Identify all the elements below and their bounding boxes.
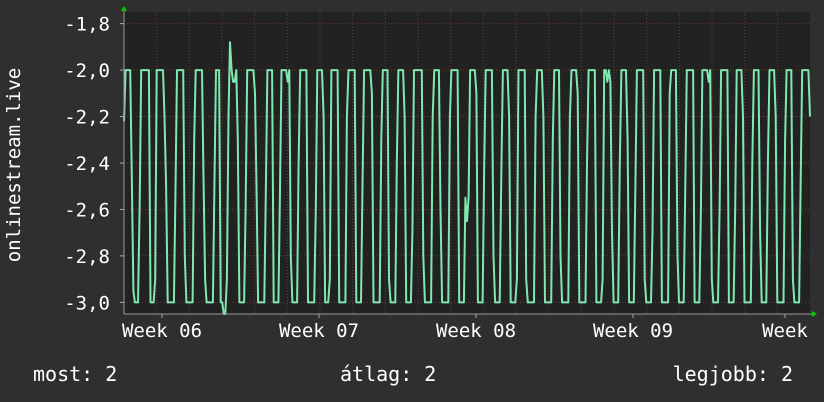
stat-current: most: 2 — [33, 362, 118, 386]
stats-bar: most: 2 átlag: 2 legjobb: 2 — [0, 362, 824, 388]
x-tick-label: Week 07 — [279, 320, 359, 342]
y-axis-arrow — [121, 6, 127, 11]
x-tick-label: Week 06 — [122, 320, 202, 342]
y-tick-label: -2,4 — [64, 153, 110, 175]
x-axis-arrow — [812, 311, 817, 317]
x-tick-label: Week 09 — [593, 320, 673, 342]
chart-root: -1,8 -2,0 -2,2 -2,4 -2,6 -2,8 -3,0 Week 06 Week … — [0, 0, 824, 402]
y-tick-label: -2,0 — [64, 60, 110, 82]
x-tick-label: Week — [762, 320, 808, 342]
y-tick-label: -1,8 — [64, 14, 110, 36]
y-tick-label: -2,8 — [64, 246, 110, 268]
line-chart: -1,8 -2,0 -2,2 -2,4 -2,6 -2,8 -3,0 Week 06 Week … — [3, 6, 817, 342]
y-axis-label: onlinestream.live — [3, 68, 25, 262]
x-tick-label: Week 08 — [436, 320, 516, 342]
y-tick-label: -2,6 — [64, 199, 110, 221]
stat-average: átlag: 2 — [340, 362, 437, 386]
y-tick-label: -3,0 — [64, 292, 110, 314]
stat-maximum: legjobb: 2 — [672, 362, 793, 386]
y-tick-label: -2,2 — [64, 107, 110, 129]
